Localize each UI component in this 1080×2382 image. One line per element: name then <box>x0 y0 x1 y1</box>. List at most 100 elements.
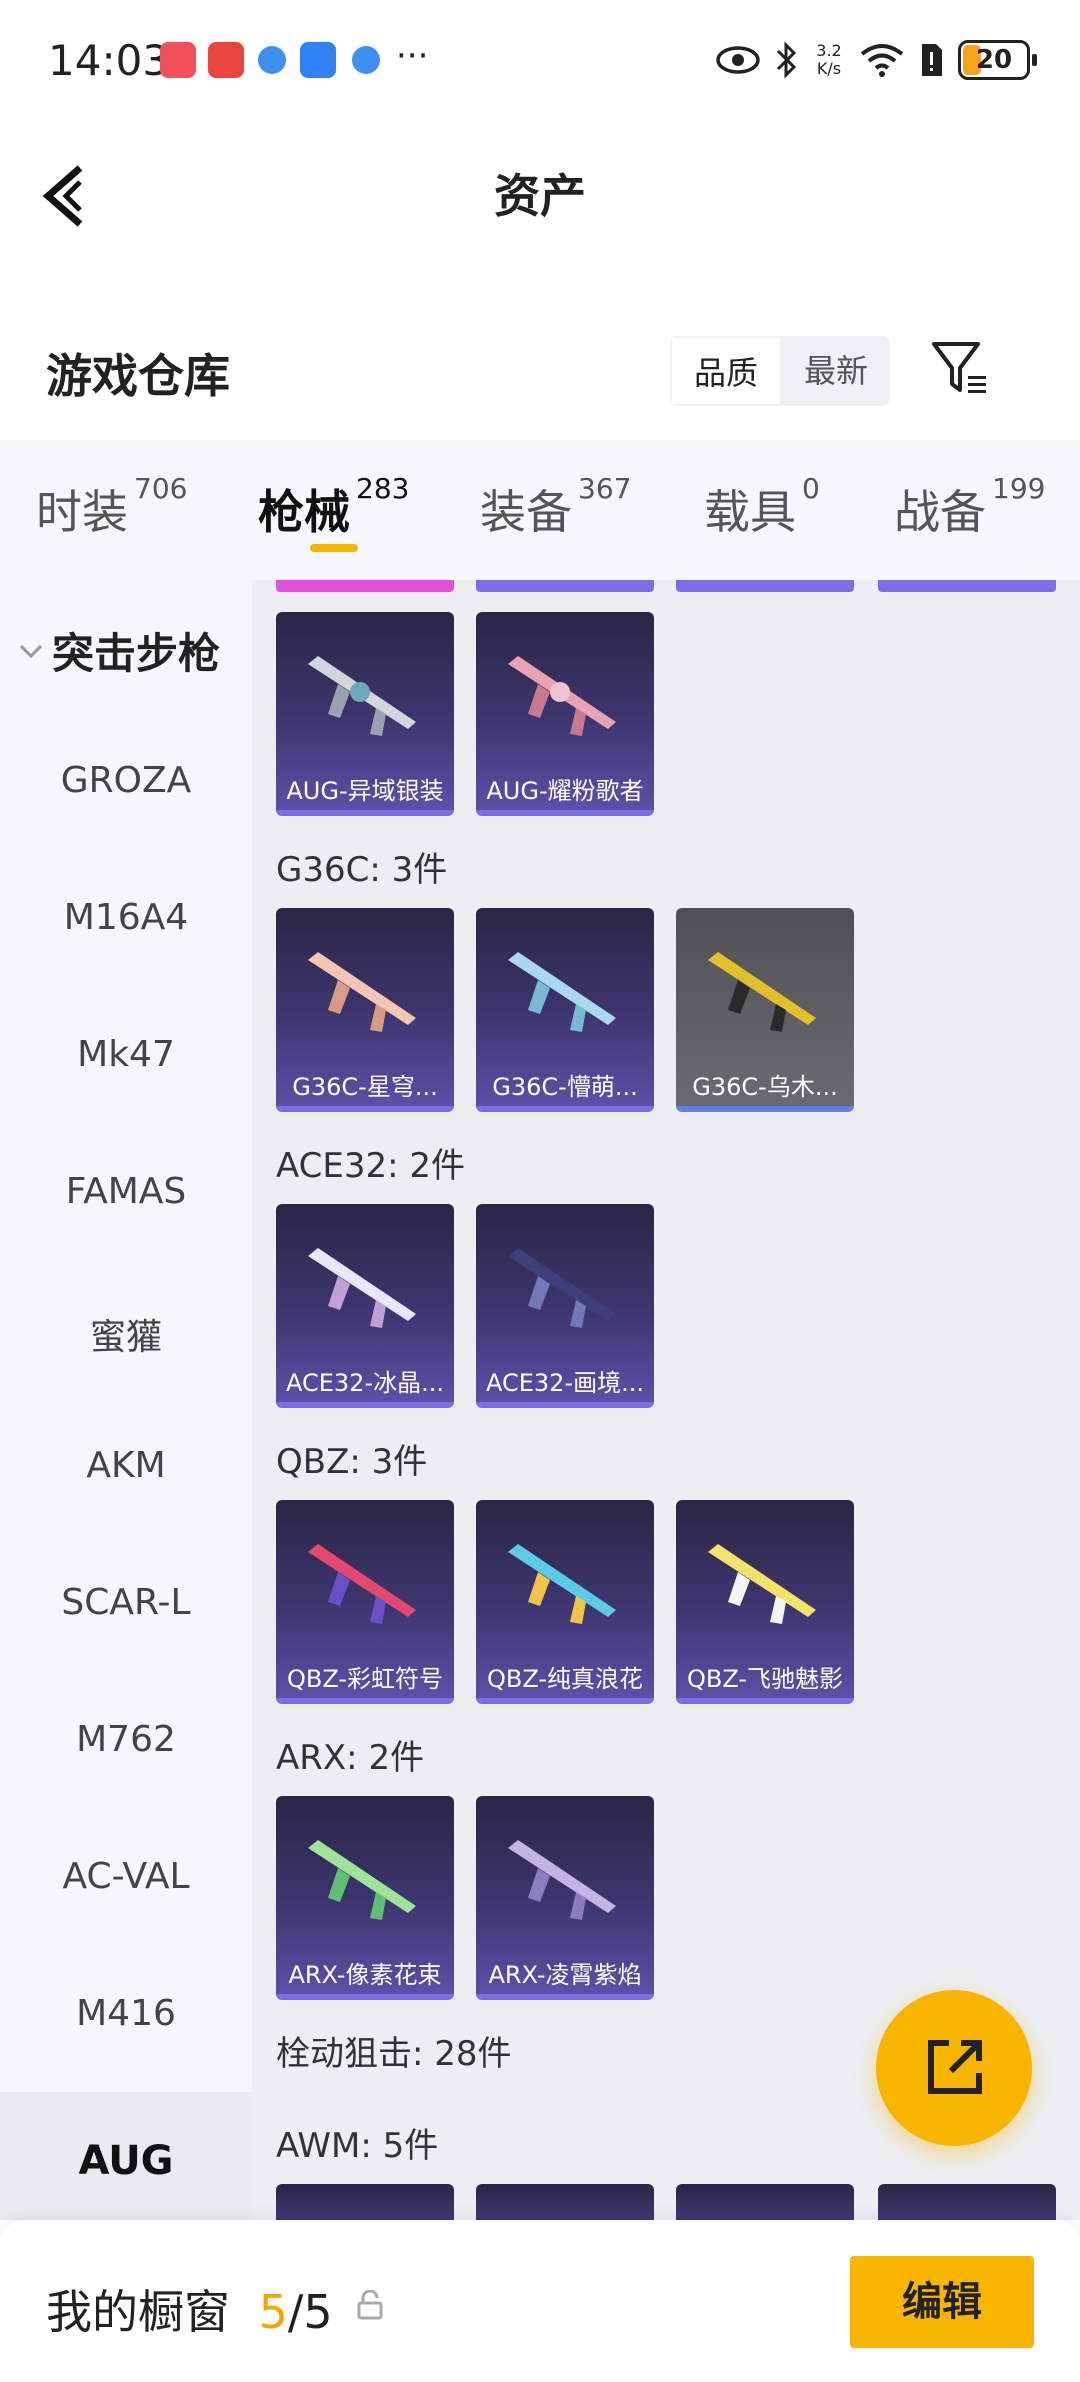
section-title: ACE32: 2件 <box>276 1146 466 1186</box>
weapon-card[interactable]: ACE32-冰晶... <box>276 1204 454 1408</box>
battery-icon: 20 <box>958 40 1037 80</box>
section-title: 栓动狙击: 28件 <box>276 2034 512 2074</box>
rifle-image <box>508 1840 616 1920</box>
weapon-card[interactable]: G36C-懵萌... <box>476 908 654 1112</box>
weapon-card-label: QBZ-飞驰魅影 <box>686 1665 844 1693</box>
showcase-total-count: 5 <box>303 2285 333 2339</box>
weapon-card[interactable]: QBZ-彩虹符号 <box>276 1500 454 1704</box>
lock-icon <box>357 2290 383 2320</box>
weapon-card-partial[interactable] <box>676 580 854 592</box>
showcase-current-count: 5 <box>258 2285 288 2339</box>
rifle-image <box>308 1248 416 1328</box>
sidebar-item-m16a4[interactable]: M16A4 <box>0 897 252 938</box>
sidebar-item-aug[interactable]: AUG <box>0 2092 252 2220</box>
section-title: ARX: 2件 <box>276 1738 425 1778</box>
wifi-icon <box>860 44 904 77</box>
rifle-image <box>508 1544 616 1624</box>
top-nav: 资产 <box>0 120 1080 260</box>
weapon-card-partial[interactable] <box>878 580 1056 592</box>
weapon-card-label: ACE32-画境... <box>485 1369 644 1397</box>
weapon-card-partial[interactable] <box>276 2184 454 2220</box>
weapon-card-partial[interactable] <box>476 2184 654 2220</box>
rifle-image <box>308 656 416 736</box>
weapon-card-label: G36C-星穹... <box>292 1073 438 1101</box>
weapon-card-label: QBZ-纯真浪花 <box>486 1665 644 1693</box>
weapon-card[interactable]: ARX-凌霄紫焰 <box>476 1796 654 2000</box>
sidebar-item-m416[interactable]: M416 <box>0 1993 252 2034</box>
sidebar-item-akm[interactable]: AKM <box>0 1445 252 1486</box>
tab-fashion[interactable]: 时装 706 <box>36 472 187 542</box>
section-title: QBZ: 3件 <box>276 1442 428 1482</box>
rifle-image <box>508 1248 616 1328</box>
external-link-icon <box>928 2040 982 2094</box>
tab-guns[interactable]: 枪械 283 <box>258 472 409 542</box>
weapon-card[interactable]: G36C-星穹... <box>276 908 454 1112</box>
tab-supplies[interactable]: 战备 199 <box>894 472 1045 542</box>
showcase-label: 我的橱窗 5/5 <box>46 2276 333 2342</box>
browser-notification-icon-2 <box>352 46 380 74</box>
showcase-bar: 我的橱窗 5/5 编辑 <box>0 2220 1080 2382</box>
bluetooth-icon <box>776 41 797 79</box>
status-time: 14:03 <box>48 36 170 85</box>
showcase-separator: / <box>287 2285 304 2339</box>
sidebar-item-groza[interactable]: GROZA <box>0 760 252 801</box>
app-notification-icon <box>208 42 244 78</box>
filter-icon[interactable] <box>930 338 990 398</box>
weapon-card-partial[interactable] <box>676 2184 854 2220</box>
weapon-card[interactable]: ARX-像素花束 <box>276 1796 454 2000</box>
mail-notification-icon <box>160 42 196 78</box>
eye-icon <box>716 46 760 74</box>
sidebar-item-famas[interactable]: FAMAS <box>0 1171 252 1212</box>
rifle-image <box>508 656 616 736</box>
weapon-card-partial[interactable] <box>476 580 654 592</box>
section-title: G36C: 3件 <box>276 850 448 890</box>
weapon-grid: AUG-异域银装 AUG-耀粉歌者 G36C: 3件 G36C-星穹... G3… <box>252 580 1080 2220</box>
weapon-card[interactable]: QBZ-纯真浪花 <box>476 1500 654 1704</box>
weapon-card-label: AUG-异域银装 <box>286 777 444 805</box>
warehouse-header: 游戏仓库 品质 最新 <box>0 320 1080 440</box>
weapon-card[interactable]: AUG-耀粉歌者 <box>476 612 654 816</box>
rifle-image <box>708 1544 816 1624</box>
tab-equipment[interactable]: 装备 367 <box>480 472 631 542</box>
edit-button[interactable]: 编辑 <box>850 2256 1034 2348</box>
weapon-card-label: AUG-耀粉歌者 <box>486 777 644 805</box>
sidebar-item-m762[interactable]: M762 <box>0 1719 252 1760</box>
sidebar-item-scar-l[interactable]: SCAR-L <box>0 1582 252 1623</box>
tab-vehicles[interactable]: 载具 0 <box>704 472 820 542</box>
weapon-card-label: ARX-像素花束 <box>288 1961 442 1989</box>
share-button[interactable] <box>876 1990 1032 2146</box>
weapon-card-label: G36C-懵萌... <box>492 1073 638 1101</box>
status-bar: 14:03 ··· 3.2 K/s 20 <box>0 0 1080 120</box>
weapon-card-label: QBZ-彩虹符号 <box>286 1665 444 1693</box>
weapon-card-label: G36C-乌木... <box>692 1073 838 1101</box>
rifle-image <box>308 1544 416 1624</box>
sort-toggle: 品质 最新 <box>670 336 891 406</box>
browser-notification-icon <box>258 46 286 74</box>
more-notifications-icon: ··· <box>396 36 429 76</box>
active-tab-indicator <box>310 544 358 552</box>
category-tabs: 时装 706 枪械 283 装备 367 载具 0 战备 199 <box>0 440 1080 580</box>
rifle-image <box>508 952 616 1032</box>
rifle-image <box>308 1840 416 1920</box>
sort-latest-button[interactable]: 最新 <box>782 336 890 406</box>
sidebar-item-honey-badger[interactable]: 蜜獾 <box>0 1308 252 1360</box>
section-title: AWM: 5件 <box>276 2126 439 2166</box>
weapon-sidebar: 突击步枪 GROZA M16A4 Mk47 FAMAS 蜜獾 AKM SCAR-… <box>0 580 252 2220</box>
weapon-card-partial[interactable] <box>878 2184 1056 2220</box>
weapon-card[interactable]: G36C-乌木... <box>676 908 854 1112</box>
weapon-card[interactable]: AUG-异域银装 <box>276 612 454 816</box>
sidebar-item-mk47[interactable]: Mk47 <box>0 1034 252 1075</box>
bluetooth-notification-icon <box>300 42 336 78</box>
weapon-card-partial[interactable] <box>276 580 454 592</box>
sort-quality-button[interactable]: 品质 <box>670 336 783 406</box>
rifle-image <box>308 952 416 1032</box>
page-title: 资产 <box>494 169 586 223</box>
weapon-card-label: ARX-凌霄紫焰 <box>488 1961 642 1989</box>
sidebar-item-ac-val[interactable]: AC-VAL <box>0 1856 252 1897</box>
showcase-title: 我的橱窗 <box>46 2285 230 2339</box>
chevron-down-icon <box>19 644 43 658</box>
sidebar-group-label: 突击步枪 <box>52 629 221 678</box>
weapon-card[interactable]: QBZ-飞驰魅影 <box>676 1500 854 1704</box>
weapon-card[interactable]: ACE32-画境... <box>476 1204 654 1408</box>
sidebar-group-assault-rifles[interactable]: 突击步枪 <box>18 620 220 681</box>
